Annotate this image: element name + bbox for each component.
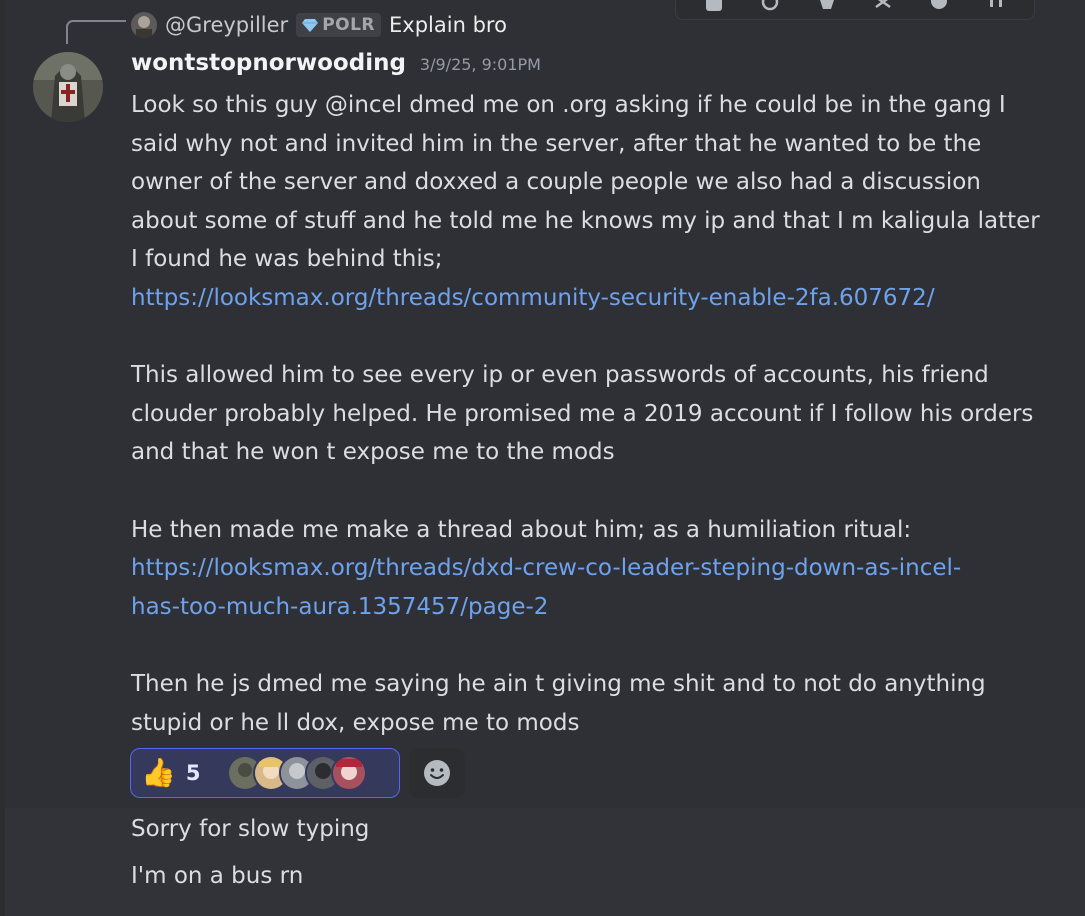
- thumbs-up-icon: 👍: [141, 756, 176, 789]
- text-line: clouder probably helped. He promised me …: [131, 400, 1034, 427]
- reaction-count: 5: [185, 761, 201, 785]
- reply-reference[interactable]: @Greypiller POLR Explain bro: [131, 10, 507, 40]
- reply-connector: [66, 20, 126, 44]
- thread-icon[interactable]: [815, 0, 839, 15]
- reactor-avatars: [226, 755, 367, 791]
- message-actions-toolbar: [675, 0, 1035, 20]
- text-line: about some of stuff and he told me he kn…: [131, 207, 1040, 234]
- text-line: and that he won t expose me to the mods: [131, 439, 615, 466]
- text-line: said why not and invited him in the serv…: [131, 130, 982, 157]
- message-content: Look so this guy @incel dmed me on .org …: [131, 86, 1076, 742]
- author-username[interactable]: wontstopnorwooding: [131, 50, 406, 76]
- text-line: I found he was behind this;: [131, 246, 443, 273]
- add-reaction-icon[interactable]: [702, 0, 726, 15]
- text-line: Look so this guy @incel dmed me on .org …: [131, 92, 1006, 118]
- reactor-avatar[interactable]: [330, 755, 367, 791]
- text-line: owner of the server and doxxed a couple …: [131, 169, 981, 196]
- text-line: Then he js dmed me saying he ain t givin…: [131, 670, 986, 697]
- reactions-bar: 👍 5: [130, 748, 465, 798]
- role-badge: POLR: [296, 13, 382, 37]
- message-link[interactable]: has-too-much-aura.1357457/page-2: [131, 594, 548, 620]
- more-options-icon[interactable]: [927, 0, 951, 15]
- followup-message: Sorry for slow typing: [131, 816, 370, 842]
- message-timestamp[interactable]: 3/9/25, 9:01PM: [420, 55, 541, 74]
- text-line: stupid or he ll dox, expose me to mods: [131, 709, 580, 736]
- message-link[interactable]: https://looksmax.org/threads/dxd-crew-co…: [131, 555, 961, 581]
- text-line: He then made me make a thread about him;…: [131, 516, 912, 543]
- add-reaction-button[interactable]: [409, 748, 465, 798]
- followup-message: I'm on a bus rn: [131, 863, 304, 889]
- message-header: wontstopnorwooding 3/9/25, 9:01PM: [131, 50, 541, 76]
- avatar[interactable]: [33, 52, 103, 122]
- reaction-thumbs-up[interactable]: 👍 5: [130, 748, 400, 798]
- diamond-icon: [302, 19, 319, 32]
- reply-preview-text[interactable]: Explain bro: [389, 13, 507, 37]
- reply-avatar[interactable]: [131, 12, 157, 38]
- message-link[interactable]: https://looksmax.org/threads/community-s…: [131, 285, 935, 311]
- text-line: This allowed him to see every ip or even…: [131, 362, 989, 389]
- role-name: POLR: [322, 15, 376, 35]
- link-icon[interactable]: [758, 0, 782, 15]
- overflow-icon[interactable]: [984, 0, 1008, 15]
- smiley-icon: [424, 760, 450, 786]
- reply-username[interactable]: @Greypiller: [165, 13, 288, 37]
- forward-icon[interactable]: [871, 0, 895, 15]
